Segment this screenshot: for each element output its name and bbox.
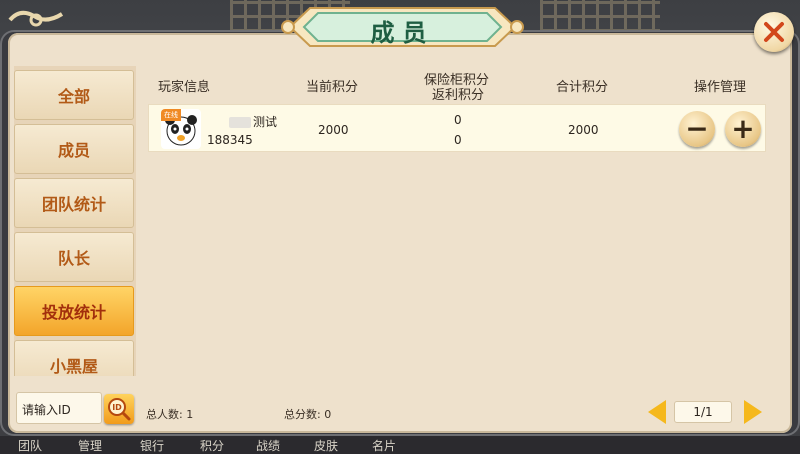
table-row: 在线 测试 188345 2000 0 0 2000 − + (148, 104, 766, 152)
id-search-input[interactable]: 请输入ID (16, 392, 102, 424)
bottom-nav-team[interactable]: 团队 (18, 437, 42, 454)
total-points: 总分数: 0 (284, 408, 332, 421)
avatar: 在线 (161, 109, 201, 149)
header-current-points: 当前积分 (306, 80, 359, 95)
player-name-text: 测试 (253, 115, 278, 129)
header-total-points: 合计积分 (556, 80, 609, 95)
table-footer: 请输入ID ID 总人数: 1 总分数: 0 1/1 (14, 376, 786, 428)
bottom-nav-points[interactable]: 积分 (200, 437, 224, 454)
dialog-title: 成员 (370, 18, 435, 47)
decrease-points-button[interactable]: − (679, 111, 715, 147)
tab-members[interactable]: 成员 (14, 124, 134, 174)
rebate-points-value: 0 (454, 133, 462, 147)
close-button[interactable] (754, 12, 794, 52)
player-id: 188345 (207, 133, 253, 147)
minus-icon: − (685, 112, 709, 145)
tab-team-stats[interactable]: 团队统计 (14, 178, 134, 228)
title-plaque: 成员 (280, 2, 525, 52)
header-player-info: 玩家信息 (158, 80, 211, 95)
bottom-nav-manage[interactable]: 管理 (78, 437, 102, 454)
page-indicator: 1/1 (674, 401, 732, 423)
id-search-button[interactable]: ID (104, 394, 134, 424)
close-icon (764, 22, 784, 42)
total-points-value: 2000 (568, 123, 599, 137)
header-rebate-points: 返利积分 (432, 88, 485, 103)
online-badge: 在线 (161, 109, 181, 121)
tab-delivery-stats[interactable]: 投放统计 (14, 286, 134, 336)
tab-captain[interactable]: 队长 (14, 232, 134, 282)
bottom-nav-bar: 团队 管理 银行 积分 战绩 皮肤 名片 (0, 436, 800, 454)
player-name: 测试 (229, 113, 277, 130)
prev-page-icon[interactable] (648, 400, 666, 424)
member-table: 玩家信息 当前积分 保险柜积分 返利积分 合计积分 操作管理 在线 测试 188… (136, 66, 786, 376)
tab-members-label: 成员 (57, 141, 90, 160)
header-actions: 操作管理 (694, 80, 747, 95)
id-search-icon: ID (108, 398, 131, 421)
bottom-nav-skin[interactable]: 皮肤 (314, 437, 338, 454)
total-people: 总人数: 1 (146, 408, 194, 421)
next-page-icon[interactable] (744, 400, 762, 424)
bottom-nav-bank[interactable]: 银行 (140, 437, 164, 454)
tab-delivery-stats-label: 投放统计 (41, 303, 106, 322)
increase-points-button[interactable]: + (725, 111, 761, 147)
safe-points-value: 0 (454, 113, 462, 127)
id-search-icon-label: ID (112, 403, 122, 412)
tab-blacklist-label: 小黑屋 (49, 357, 98, 376)
tab-all-label: 全部 (57, 87, 90, 106)
name-redaction (229, 117, 251, 128)
current-points-value: 2000 (318, 123, 349, 137)
bottom-nav-records[interactable]: 战绩 (256, 437, 280, 454)
cloud-swirl-icon (8, 10, 64, 27)
bottom-nav-card[interactable]: 名片 (372, 437, 396, 454)
tab-team-stats-label: 团队统计 (41, 195, 106, 214)
plus-icon: + (731, 112, 755, 145)
tab-all[interactable]: 全部 (14, 70, 134, 120)
tab-captain-label: 队长 (57, 249, 90, 268)
sidebar: 全部 成员 团队统计 队长 投放统计 小黑屋 (14, 66, 138, 400)
